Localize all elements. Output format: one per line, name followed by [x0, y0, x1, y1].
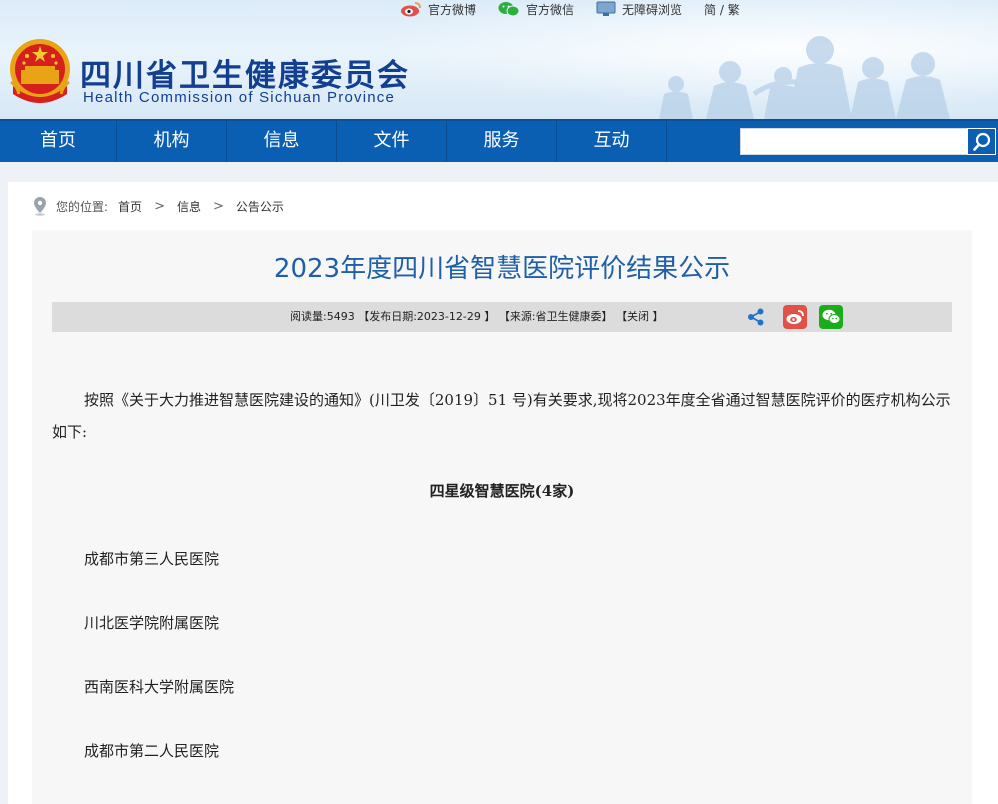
site-name-english: Health Commission of Sichuan Province: [83, 89, 396, 106]
article-meta-bar: 阅读量:5493 【发布日期:2023-12-29 】 【来源:省卫生健康委】 …: [52, 302, 952, 332]
share-icon[interactable]: [746, 307, 766, 327]
nav-item-interaction[interactable]: 互动: [557, 121, 667, 162]
wechat-icon: [822, 309, 841, 324]
family-silhouette-illustration: [659, 36, 950, 119]
article-intro-paragraph: 按照《关于大力推进智慧医院建设的通知》(川卫发〔2019〕51 号)有关要求,现…: [52, 391, 951, 441]
article-title: 2023年度四川省智慧医院评价结果公示: [273, 254, 731, 284]
weibo-icon: [401, 2, 421, 17]
accessible-browsing-link[interactable]: 无障碍浏览: [596, 1, 682, 18]
national-emblem: [10, 39, 70, 103]
search-button[interactable]: [967, 128, 996, 155]
share-weibo-button[interactable]: [783, 305, 807, 329]
hospital-list-item: 成都市第二人民医院: [84, 742, 220, 760]
top-links-bar: 官方微博 官方微信 无障碍浏览 简 / 繁: [400, 0, 762, 18]
nav-item-institutions[interactable]: 机构: [117, 121, 227, 162]
official-wechat-label: 官方微信: [526, 2, 575, 17]
breadcrumb-announcements[interactable]: 公告公示: [236, 198, 284, 215]
wechat-icon: [498, 2, 520, 17]
breadcrumb-label: 您的位置:: [56, 199, 109, 214]
weibo-icon: [786, 310, 804, 324]
official-weibo-label: 官方微博: [428, 2, 477, 17]
search-input[interactable]: [741, 129, 967, 154]
official-weibo-link[interactable]: 官方微博: [400, 1, 476, 18]
read-count: 阅读量:5493: [290, 310, 355, 323]
nav-item-home[interactable]: 首页: [0, 121, 117, 162]
nav-item-services[interactable]: 服务: [447, 121, 557, 162]
hospital-list-item: 川北医学院附属医院: [84, 614, 220, 632]
official-wechat-link[interactable]: 官方微信: [498, 1, 574, 18]
close-link[interactable]: 【关闭 】: [616, 310, 664, 323]
nav-item-information[interactable]: 信息: [227, 121, 337, 162]
article: 2023年度四川省智慧医院评价结果公示 阅读量:5493 【发布日期:2023-…: [32, 230, 972, 804]
breadcrumb: 您的位置: 首页 > 信息 > 公告公示: [32, 196, 284, 216]
hospital-list-item: 成都市第三人民医院: [84, 550, 220, 568]
location-pin-icon: [34, 197, 46, 216]
section-heading-four-star: 四星级智慧医院(4家): [429, 482, 575, 500]
breadcrumb-separator: >: [154, 198, 165, 214]
search-box: [740, 128, 968, 155]
site-header: 官方微博 官方微信 无障碍浏览 简 / 繁 四川省卫生健康委员会 Health …: [0, 0, 998, 119]
article-meta-text: 阅读量:5493 【发布日期:2023-12-29 】 【来源:省卫生健康委】 …: [290, 302, 664, 332]
content-area: 您的位置: 首页 > 信息 > 公告公示 2023年度四川省智慧医院评价结果公示…: [8, 182, 998, 804]
accessible-browsing-label: 无障碍浏览: [622, 2, 683, 17]
breadcrumb-home[interactable]: 首页: [118, 198, 142, 215]
publish-date: 【发布日期:2023-12-29 】: [358, 310, 496, 323]
hospital-list-item: 西南医科大学附属医院: [84, 678, 235, 696]
simplified-traditional-toggle[interactable]: 简 / 繁: [704, 1, 740, 18]
search-icon: [972, 132, 990, 151]
breadcrumb-information[interactable]: 信息: [177, 198, 201, 215]
nav-item-documents[interactable]: 文件: [337, 121, 447, 162]
main-nav: 首页 机构 信息 文件 服务 互动: [0, 119, 998, 162]
article-source: 【来源:省卫生健康委】: [498, 310, 613, 323]
breadcrumb-separator: >: [212, 198, 224, 214]
monitor-icon: [596, 1, 616, 16]
language-toggle-label: 简 / 繁: [704, 2, 740, 17]
share-wechat-button[interactable]: [819, 305, 843, 329]
